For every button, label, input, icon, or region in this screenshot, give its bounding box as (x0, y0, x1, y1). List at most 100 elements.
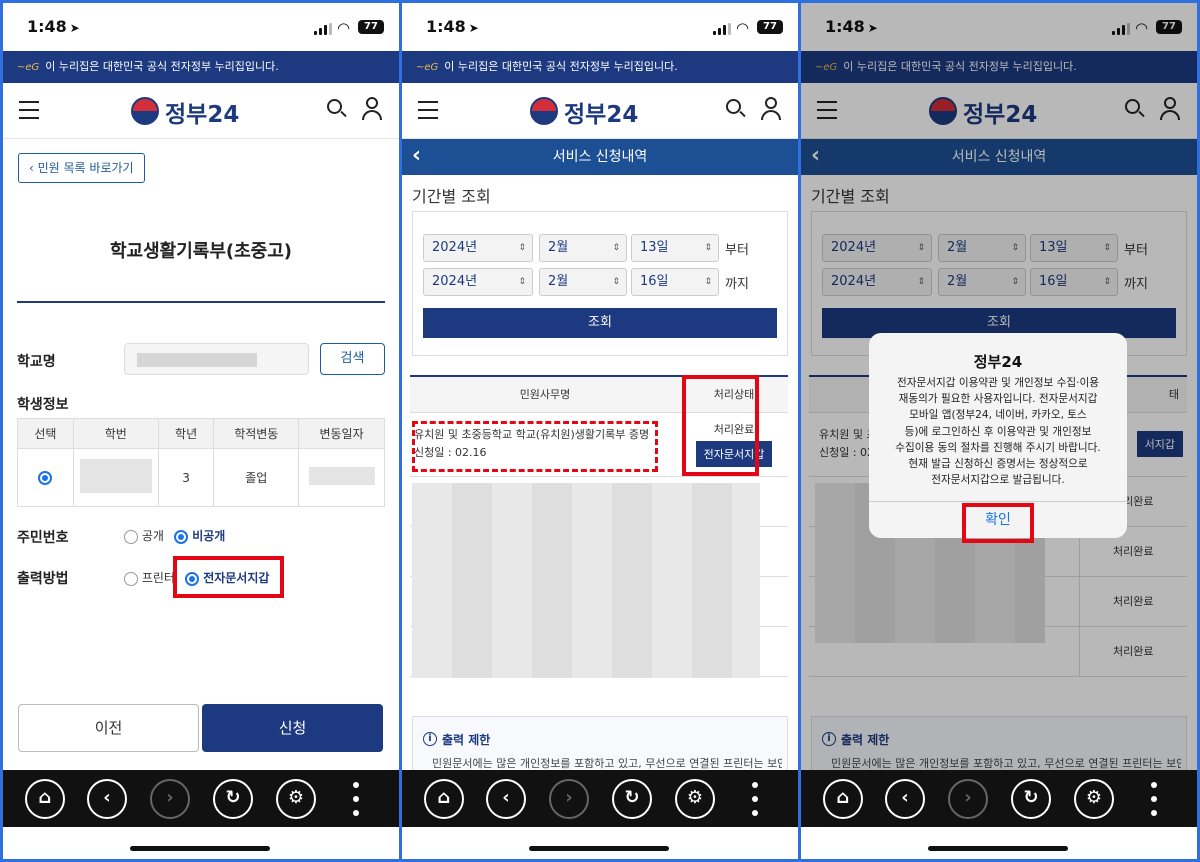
notice-text: 민원문서에는 많은 개인정보를 포함하고 있고, 무선으로 연결된 프린터는 보… (432, 757, 782, 770)
status-cell: 졸업 (213, 448, 300, 507)
student-select-radio[interactable] (38, 470, 53, 485)
home-indicator[interactable] (130, 846, 270, 851)
battery-icon: 77 (757, 20, 783, 34)
gear-icon[interactable]: ⚙ (276, 779, 316, 819)
dialog-divider (869, 501, 1127, 502)
updown-icon: ⇕ (612, 277, 620, 287)
phone-screen-application-history: 1:48 ➤ ◠ 77 ~eG 이 누리집은 대한민국 공식 전자정부 누리집입니다… (402, 3, 798, 859)
home-icon[interactable]: ⌂ (25, 779, 65, 819)
page-title: 학교생활기록부(초중고) (109, 241, 293, 262)
back-icon[interactable]: ‹ (885, 779, 925, 819)
more-icon[interactable] (752, 782, 758, 816)
period-filter: 2024년 ⇕ 2월 ⇕ 13일 ⇕ 부터 2024년 ⇕ 2월 ⇕ 16일 ⇕ 까지 조회 (412, 211, 788, 356)
refresh-icon[interactable]: ↻ (213, 779, 253, 819)
title-divider (17, 301, 385, 303)
school-name-input[interactable] (124, 343, 309, 375)
redacted-school-name (137, 353, 257, 367)
wifi-icon: ◠ (337, 19, 351, 37)
phone-screen-application-form: 1:48 ➤ ◠ 77 ~eG 이 누리집은 대한민국 공식 전자정부 누리집입니다… (3, 3, 399, 859)
more-icon[interactable] (1151, 782, 1157, 816)
search-icon[interactable] (726, 99, 746, 119)
forward-icon[interactable]: › (948, 779, 988, 819)
updown-icon: ⇕ (612, 243, 620, 253)
home-icon[interactable]: ⌂ (823, 779, 863, 819)
updown-icon: ⇕ (518, 277, 526, 287)
from-year-select[interactable]: 2024년 ⇕ (423, 234, 533, 262)
battery-icon: 77 (358, 20, 384, 34)
output-printer-option[interactable]: 프린터 (124, 569, 175, 586)
student-info-table: 선택 학번 학년 학적변동 변동일자 3 졸업 (17, 418, 385, 507)
gov-mark-icon: ~eG (17, 62, 40, 73)
to-day-select[interactable]: 16일 ⇕ (631, 268, 719, 296)
radio-private[interactable] (174, 529, 188, 544)
dialog-title: 정부24 (973, 353, 1023, 371)
back-icon[interactable]: ‹ (87, 779, 127, 819)
signal-icon (314, 23, 332, 35)
location-arrow-icon: ➤ (69, 21, 80, 35)
refresh-icon[interactable]: ↻ (1011, 779, 1051, 819)
from-day-select[interactable]: 13일 ⇕ (631, 234, 719, 262)
col-service-name: 민원사무명 (410, 375, 680, 413)
signal-icon (713, 23, 731, 35)
home-indicator-area (402, 827, 798, 859)
home-indicator-area (801, 827, 1197, 859)
home-indicator[interactable] (928, 846, 1068, 851)
to-suffix: 까지 (725, 277, 749, 292)
status-bar: 1:48 ➤ ◠ 77 (402, 3, 798, 51)
school-search-button[interactable]: 검색 (320, 343, 385, 375)
taegeuk-logo-icon (530, 97, 558, 125)
highlight-confirm-button (962, 503, 1034, 543)
subheader-title: 서비스 신청내역 (552, 149, 648, 165)
taegeuk-logo-icon (131, 97, 159, 125)
resident-number-label: 주민번호 (17, 530, 69, 546)
home-indicator[interactable] (529, 846, 669, 851)
search-icon[interactable] (327, 99, 347, 119)
dialog-message: 전자문서지갑 이용약관 및 개인정보 수집·이용 재동의가 필요한 사용자입니다… (895, 377, 1101, 487)
period-search-title: 기간별 조회 (412, 187, 491, 206)
menu-icon[interactable] (19, 101, 39, 119)
redacted-rows (412, 483, 760, 678)
user-icon[interactable] (760, 97, 782, 121)
radio-printer[interactable] (124, 571, 138, 586)
status-bar: 1:48 ➤ ◠ 77 (3, 3, 399, 51)
grade-cell: 3 (157, 448, 215, 507)
to-month-select[interactable]: 2월 ⇕ (539, 268, 627, 296)
screenshot-collage: 1:48 ➤ ◠ 77 ~eG 이 누리집은 대한민국 공식 전자정부 누리집입니다… (0, 0, 1200, 862)
home-icon[interactable]: ⌂ (424, 779, 464, 819)
gear-icon[interactable]: ⚙ (1074, 779, 1114, 819)
highlight-service-row (412, 421, 658, 472)
from-month-select[interactable]: 2월 ⇕ (539, 234, 627, 262)
col-status-change: 학적변동 (213, 418, 300, 449)
logo-text: 정부24 (165, 102, 240, 128)
more-icon[interactable] (353, 782, 359, 816)
back-icon[interactable]: ‹ (486, 779, 526, 819)
logo-text: 정부24 (564, 102, 639, 128)
back-to-list-button[interactable]: ‹ 민원 목록 바로가기 (18, 153, 145, 183)
chevron-left-icon[interactable]: ‹ (412, 139, 421, 173)
query-button[interactable]: 조회 (423, 308, 777, 338)
student-info-label: 학생정보 (17, 397, 69, 413)
user-icon[interactable] (361, 97, 383, 121)
gov-banner: ~eG 이 누리집은 대한민국 공식 전자정부 누리집입니다. (402, 51, 798, 83)
notice-title: 출력 제한 (442, 733, 491, 747)
refresh-icon[interactable]: ↻ (612, 779, 652, 819)
forward-icon[interactable]: › (150, 779, 190, 819)
forward-icon[interactable]: › (549, 779, 589, 819)
table-row: 3 졸업 (17, 448, 385, 507)
resident-public-option[interactable]: 공개 (124, 527, 164, 544)
prev-button[interactable]: 이전 (18, 704, 199, 752)
highlight-wallet-option (173, 556, 284, 598)
gov-banner-text: 이 누리집은 대한민국 공식 전자정부 누리집입니다. (444, 60, 678, 73)
chevron-left-icon: ‹ (29, 161, 38, 175)
apply-button[interactable]: 신청 (202, 704, 383, 752)
resident-private-option[interactable]: 비공개 (174, 527, 225, 544)
updown-icon: ⇕ (704, 277, 712, 287)
gear-icon[interactable]: ⚙ (675, 779, 715, 819)
wifi-icon: ◠ (736, 19, 750, 37)
browser-toolbar: ⌂ ‹ › ↻ ⚙ (402, 770, 798, 827)
menu-icon[interactable] (418, 101, 438, 119)
gov-banner: ~eG 이 누리집은 대한민국 공식 전자정부 누리집입니다. (3, 51, 399, 83)
to-year-select[interactable]: 2024년 ⇕ (423, 268, 533, 296)
radio-public[interactable] (124, 529, 138, 544)
status-time: 1:48 (27, 17, 67, 36)
